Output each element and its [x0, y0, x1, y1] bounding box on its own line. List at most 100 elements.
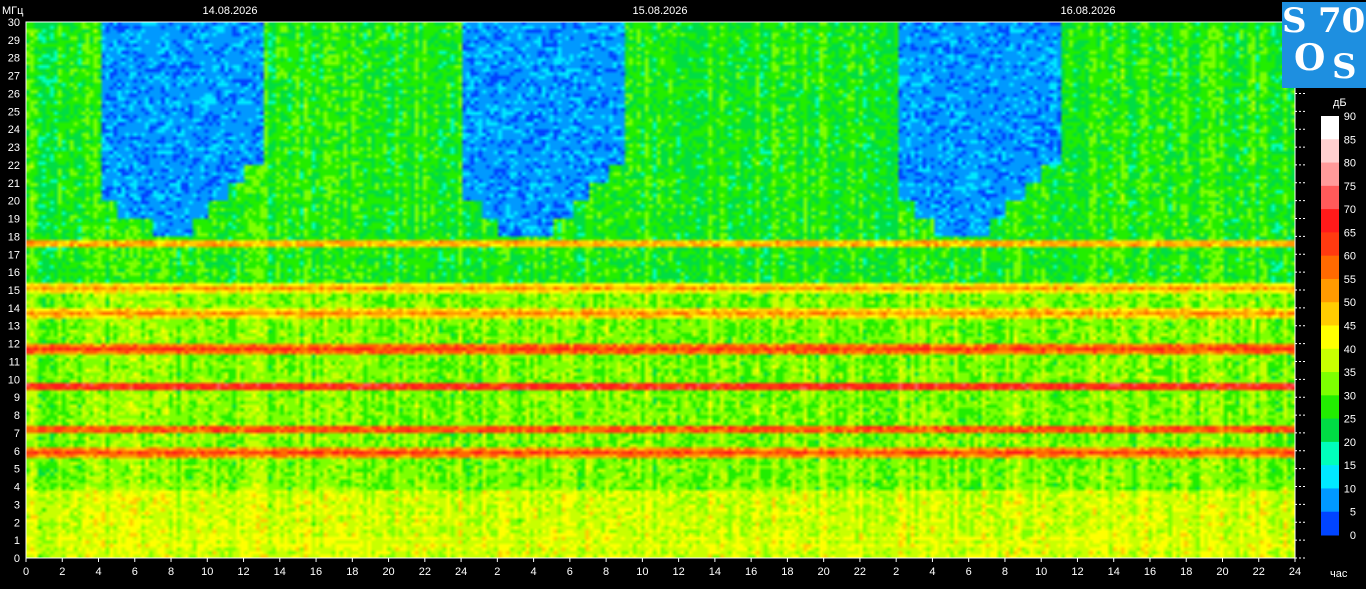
x-tick-label: 6 [567, 566, 573, 578]
y-tick-label: 7 [14, 428, 20, 440]
date-label: 16.08.2026 [1060, 5, 1115, 17]
y-tick-label: 13 [8, 321, 20, 333]
y-tick-label: 20 [8, 196, 20, 208]
x-tick-label: 22 [419, 566, 431, 578]
x-tick-label: 18 [346, 566, 358, 578]
y-tick-label: 12 [8, 339, 20, 351]
colorbar-segment [1321, 488, 1339, 513]
colorbar-segment [1321, 162, 1339, 187]
x-tick-label: 14 [1108, 566, 1120, 578]
y-tick-label: 5 [14, 464, 20, 476]
x-tick-label: 12 [1071, 566, 1083, 578]
colorbar-segment [1321, 302, 1339, 326]
y-tick-label: 16 [8, 267, 20, 279]
logo-letter-o: O [1294, 37, 1326, 79]
colorbar-tick-label: 90 [1344, 111, 1356, 123]
x-tick-label: 8 [168, 566, 174, 578]
colorbar-tick-label: 35 [1344, 367, 1356, 379]
x-tick-label: 16 [310, 566, 322, 578]
y-tick-label: 26 [8, 88, 20, 100]
colorbar-unit-label: дБ [1333, 97, 1347, 109]
colorbar-segment [1321, 232, 1339, 257]
x-tick-label: 22 [854, 566, 866, 578]
y-tick-label: 8 [14, 410, 20, 422]
x-tick-label: 4 [531, 566, 537, 578]
y-tick-label: 14 [8, 303, 20, 315]
y-tick-label: 2 [14, 517, 20, 529]
colorbar-tick-label: 85 [1344, 134, 1356, 146]
spectrogram-chart: 0123456789101112131415161718192021222324… [0, 0, 1366, 589]
colorbar-segment [1321, 372, 1339, 396]
x-tick-label: 6 [966, 566, 972, 578]
y-tick-label: 9 [14, 392, 20, 404]
x-tick-label: 8 [1002, 566, 1008, 578]
date-label: 15.08.2026 [632, 5, 687, 17]
plot-area [25, 21, 1296, 559]
x-tick-label: 10 [1035, 566, 1047, 578]
colorbar-tick-label: 0 [1350, 530, 1356, 542]
y-unit-label: МГц [2, 5, 24, 17]
x-tick-label: 20 [818, 566, 830, 578]
x-unit-label: час [1330, 568, 1348, 580]
colorbar-segment [1321, 395, 1339, 420]
y-tick-label: 1 [14, 535, 20, 547]
logo-letter-s-bottom: S [1332, 47, 1357, 87]
y-tick-label: 24 [8, 124, 20, 136]
colorbar-tick-label: 60 [1344, 251, 1356, 263]
colorbar-segment [1321, 116, 1339, 140]
y-tick-label: 11 [9, 356, 20, 368]
colorbar-segment [1321, 511, 1339, 536]
x-tick-label: 12 [673, 566, 685, 578]
colorbar-segment [1321, 325, 1339, 350]
y-tick-label: 6 [14, 446, 20, 458]
y-tick-label: 0 [14, 553, 20, 565]
colorbar-segment [1321, 465, 1339, 489]
y-tick-label: 21 [8, 178, 20, 190]
colorbar-tick-label: 30 [1344, 390, 1356, 402]
x-tick-label: 10 [201, 566, 213, 578]
logo-letter-s-top: S [1282, 2, 1307, 41]
x-tick-label: 4 [929, 566, 935, 578]
colorbar-tick-label: 50 [1344, 297, 1356, 309]
colorbar-tick-label: 70 [1344, 204, 1356, 216]
colorbar-tick-label: 15 [1344, 460, 1356, 472]
x-tick-label: 2 [893, 566, 899, 578]
colorbar-tick-label: 75 [1344, 181, 1356, 193]
x-tick-label: 14 [709, 566, 721, 578]
date-label: 14.08.2026 [202, 5, 257, 17]
x-tick-label: 10 [636, 566, 648, 578]
y-tick-label: 29 [8, 35, 20, 47]
x-tick-label: 20 [382, 566, 394, 578]
y-tick-label: 23 [8, 142, 20, 154]
x-tick-label: 8 [603, 566, 609, 578]
x-tick-label: 12 [237, 566, 249, 578]
x-tick-label: 24 [455, 566, 467, 578]
x-tick-label: 20 [1216, 566, 1228, 578]
y-tick-label: 22 [8, 160, 20, 172]
colorbar-tick-label: 20 [1344, 437, 1356, 449]
colorbar-segment [1321, 278, 1339, 303]
x-tick-label: 2 [494, 566, 500, 578]
x-tick-label: 18 [1180, 566, 1192, 578]
colorbar-segment [1321, 348, 1339, 373]
y-tick-label: 15 [8, 285, 20, 297]
colorbar-tick-label: 80 [1344, 158, 1356, 170]
logo-number: 70 [1318, 2, 1366, 41]
colorbar-tick-label: 45 [1344, 321, 1356, 333]
colorbar-tick-label: 40 [1344, 344, 1356, 356]
x-tick-label: 22 [1253, 566, 1265, 578]
x-tick-label: 14 [274, 566, 286, 578]
colorbar-segment [1321, 255, 1339, 280]
x-tick-label: 6 [132, 566, 138, 578]
y-tick-label: 10 [8, 374, 20, 386]
x-tick-label: 24 [1289, 566, 1301, 578]
colorbar-tick-label: 25 [1344, 414, 1356, 426]
y-tick-label: 30 [8, 17, 20, 29]
y-tick-label: 19 [8, 214, 20, 226]
x-tick-label: 16 [745, 566, 757, 578]
colorbar-segment [1321, 139, 1339, 164]
colorbar-segment [1321, 209, 1339, 233]
x-tick-label: 4 [95, 566, 101, 578]
x-tick-label: 0 [23, 566, 29, 578]
y-tick-label: 27 [8, 71, 20, 83]
